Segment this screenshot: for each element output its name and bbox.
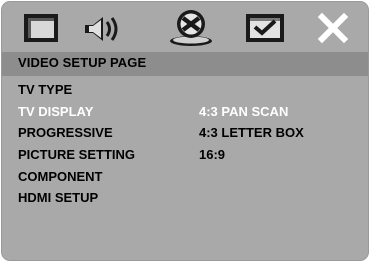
page-title: VIDEO SETUP PAGE — [18, 55, 147, 70]
setup-menu-screen: VIDEO SETUP PAGE TV TYPE TV DISPLAY PROG… — [1, 1, 369, 261]
menu-item-hdmi-setup[interactable]: HDMI SETUP — [18, 190, 98, 205]
page-title-bar: VIDEO SETUP PAGE — [2, 52, 368, 76]
preference-setup-icon[interactable] — [240, 4, 290, 52]
option-16-9[interactable]: 16:9 — [199, 147, 225, 162]
menu-item-tv-type[interactable]: TV TYPE — [18, 82, 72, 97]
option-4-3-letter-box[interactable]: 4:3 LETTER BOX — [199, 125, 304, 140]
option-4-3-pan-scan[interactable]: 4:3 PAN SCAN — [199, 104, 288, 119]
setup-content: TV TYPE TV DISPLAY PROGRESSIVE PICTURE S… — [2, 76, 368, 260]
exit-icon[interactable] — [308, 4, 358, 52]
menu-item-picture-setting[interactable]: PICTURE SETTING — [18, 147, 135, 162]
menu-item-tv-display[interactable]: TV DISPLAY — [18, 104, 93, 119]
video-setup-icon[interactable] — [166, 4, 216, 52]
setup-toolbar — [2, 2, 368, 52]
menu-item-progressive[interactable]: PROGRESSIVE — [18, 125, 113, 140]
general-setup-icon[interactable] — [16, 4, 66, 52]
audio-setup-icon[interactable] — [78, 4, 128, 52]
menu-item-component[interactable]: COMPONENT — [18, 169, 103, 184]
